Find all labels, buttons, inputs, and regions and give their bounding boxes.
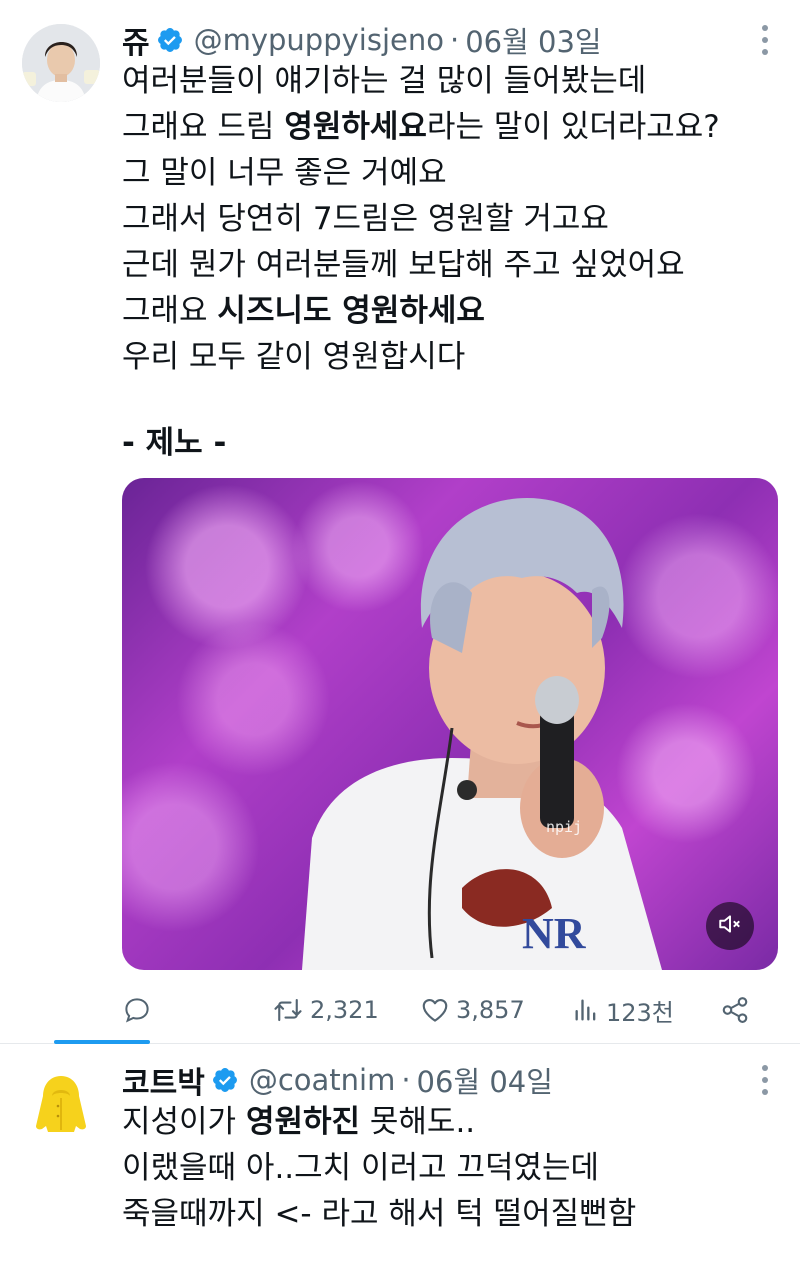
- text-run: 근데 뭔가 여러분들께 보답해 주고 싶었어요: [122, 247, 685, 283]
- signature: - 제노 -: [122, 425, 227, 461]
- separator-dot: ·: [449, 23, 460, 57]
- bold-text-run: 시즈니도 영원하세요: [217, 293, 485, 329]
- more-options-icon[interactable]: [760, 25, 770, 55]
- tweet-actions: 2,321 3,857 123천: [122, 990, 762, 1030]
- tweet-line: 여러분들이 얘기하는 걸 많이 들어봤는데: [122, 58, 720, 104]
- text-run: 죽을때까지 <- 라고 해서 턱 떨어질뻔함: [122, 1196, 637, 1232]
- tweet-line: 지성이가 영원하진 못해도..: [122, 1099, 636, 1145]
- separator-dot: ·: [401, 1063, 411, 1097]
- handle[interactable]: @coatnim: [249, 1063, 396, 1097]
- video-frame: NR: [302, 498, 662, 970]
- handle[interactable]: @mypuppyisjeno: [194, 23, 444, 57]
- views-bar-chart-icon: [572, 995, 600, 1025]
- tweet-date[interactable]: 06월 03일: [465, 19, 601, 61]
- avatar[interactable]: [22, 1066, 100, 1144]
- svg-text:NR: NR: [522, 909, 587, 958]
- tweet-line: 근데 뭔가 여러분들께 보답해 주고 싶었어요: [122, 242, 720, 288]
- retweet-count: 2,321: [310, 996, 379, 1024]
- bold-text-run: 영원하진: [245, 1104, 361, 1140]
- heart-icon: [420, 995, 450, 1025]
- mute-button[interactable]: [706, 902, 754, 950]
- share-icon: [720, 995, 750, 1025]
- tweet-2[interactable]: 코트박 @coatnim · 06월 04일 지성이가 영원하진 못해도.. 이…: [0, 1046, 800, 1266]
- share-button[interactable]: [720, 990, 750, 1030]
- yellow-raincoat-icon: [22, 1066, 100, 1144]
- text-run: 그 말이 너무 좋은 거예요: [122, 155, 447, 191]
- tweet-text: 지성이가 영원하진 못해도.. 이랬을때 아..그치 이러고 끄덕였는데 죽을때…: [122, 1099, 636, 1237]
- tweet-line: 이랬을때 아..그치 이러고 끄덕였는데: [122, 1145, 636, 1191]
- verified-badge-icon: [211, 1066, 239, 1094]
- display-name[interactable]: 쥬: [122, 18, 150, 62]
- text-run: 여러분들이 얘기하는 걸 많이 들어봤는데: [122, 63, 647, 99]
- tweet-line: 우리 모두 같이 영원합시다: [122, 334, 720, 380]
- text-run: 그래요 드림: [122, 109, 285, 145]
- tweet-line: 그 말이 너무 좋은 거예요: [122, 150, 720, 196]
- retweet-icon: [272, 995, 304, 1025]
- avatar[interactable]: [22, 24, 100, 102]
- more-options-icon[interactable]: [760, 1065, 770, 1095]
- views-button[interactable]: 123천: [572, 990, 674, 1030]
- reply-bubble-icon: [122, 995, 152, 1025]
- tweet-header: 쥬 @mypuppyisjeno · 06월 03일: [122, 18, 602, 62]
- thread-indicator: [54, 1040, 150, 1044]
- text-run: 우리 모두 같이 영원합시다: [122, 339, 466, 375]
- like-count: 3,857: [456, 996, 525, 1024]
- text-run: 지성이가: [122, 1104, 246, 1140]
- video-watermark: npij: [546, 818, 583, 836]
- bold-text-run: 영원하세요: [284, 109, 427, 145]
- reply-button[interactable]: [122, 990, 152, 1030]
- views-count: 123천: [606, 998, 674, 1027]
- text-run: 못해도..: [360, 1104, 476, 1140]
- tweet-line: 죽을때까지 <- 라고 해서 턱 떨어질뻔함: [122, 1191, 636, 1237]
- like-button[interactable]: 3,857: [420, 990, 525, 1030]
- tweet-1[interactable]: 쥬 @mypuppyisjeno · 06월 03일 여러분들이 얘기하는 걸 …: [0, 0, 800, 1046]
- tweet-line: 그래요 드림 영원하세요라는 말이 있더라고요?: [122, 104, 720, 150]
- tweet-date[interactable]: 06월 04일: [417, 1059, 553, 1101]
- text-run: 라는 말이 있더라고요?: [426, 109, 720, 145]
- text-run: 그래요: [122, 293, 218, 329]
- video-player[interactable]: NR npij: [122, 478, 778, 970]
- display-name[interactable]: 코트박: [122, 1058, 205, 1102]
- tweet-text: 여러분들이 얘기하는 걸 많이 들어봤는데 그래요 드림 영원하세요라는 말이 …: [122, 58, 720, 380]
- text-run: 이랬을때 아..그치 이러고 끄덕였는데: [122, 1150, 600, 1186]
- tweet-line: 그래요 시즈니도 영원하세요: [122, 288, 720, 334]
- retweet-button[interactable]: 2,321: [272, 990, 379, 1030]
- tweet-header: 코트박 @coatnim · 06월 04일: [122, 1058, 553, 1102]
- tweet-line: 그래서 당연히 7드림은 영원할 거고요: [122, 196, 720, 242]
- verified-badge-icon: [156, 26, 184, 54]
- text-run: 그래서 당연히 7드림은 영원할 거고요: [122, 201, 609, 237]
- speaker-muted-icon: [717, 911, 743, 941]
